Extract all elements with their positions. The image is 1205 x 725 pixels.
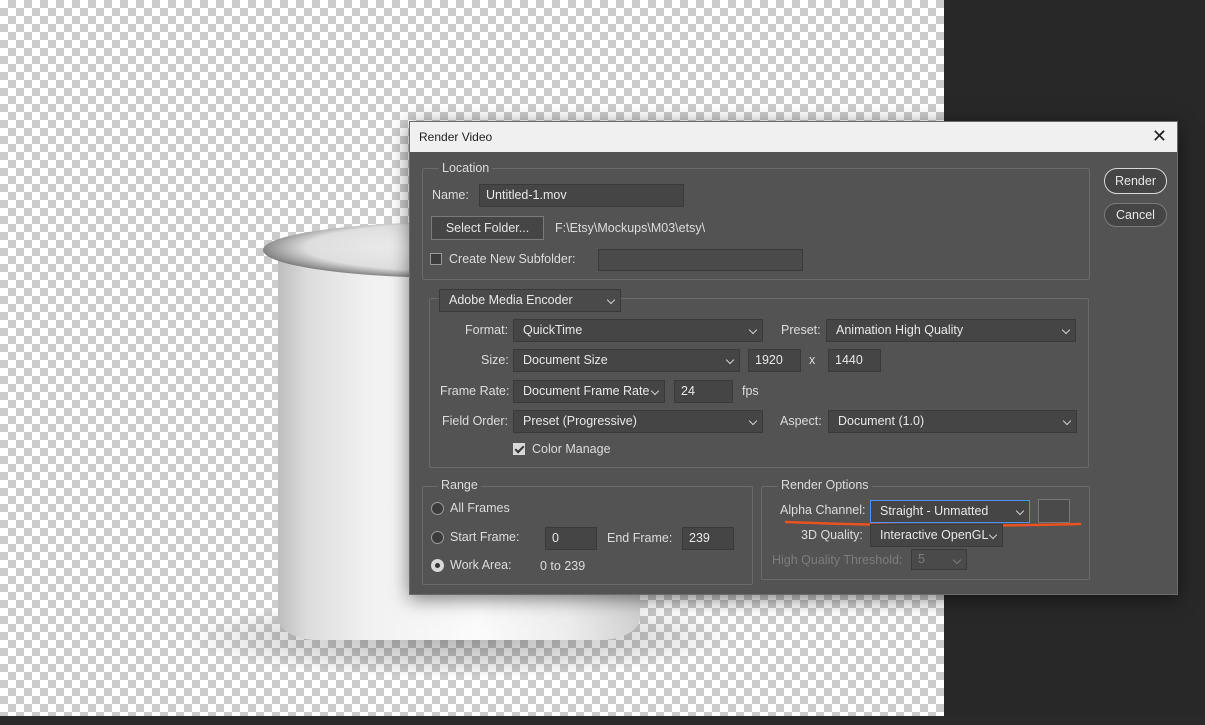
preset-label: Preset: xyxy=(781,323,821,337)
color-manage-label: Color Manage xyxy=(532,442,611,456)
size-select[interactable]: Document Size xyxy=(513,349,740,372)
work-area-radio[interactable] xyxy=(431,559,444,572)
cancel-button[interactable]: Cancel xyxy=(1104,203,1167,227)
height-input[interactable]: 1440 xyxy=(828,349,881,372)
field-order-label: Field Order: xyxy=(442,414,508,428)
all-frames-label: All Frames xyxy=(450,501,510,515)
folder-path: F:\Etsy\Mockups\M03\etsy\ xyxy=(555,221,706,235)
close-icon[interactable]: ✕ xyxy=(1152,126,1167,146)
chevron-down-icon xyxy=(748,416,758,426)
frame-rate-value: Document Frame Rate xyxy=(523,384,650,398)
chevron-down-icon xyxy=(952,555,962,565)
render-button[interactable]: Render xyxy=(1104,168,1167,194)
range-group-title: Range xyxy=(438,478,481,492)
render-video-dialog: Render Video ✕ Location Name: Untitled-1… xyxy=(409,121,1178,595)
fps-unit: fps xyxy=(742,384,759,398)
encoder-select[interactable]: Adobe Media Encoder xyxy=(439,289,621,312)
preset-select[interactable]: Animation High Quality xyxy=(826,319,1076,342)
create-subfolder-label: Create New Subfolder: xyxy=(449,252,576,266)
end-frame-input[interactable]: 239 xyxy=(682,527,734,550)
name-label: Name: xyxy=(432,188,469,202)
fps-input[interactable]: 24 xyxy=(674,380,733,403)
chevron-down-icon xyxy=(748,325,758,335)
size-x-separator: x xyxy=(809,353,816,367)
name-input[interactable]: Untitled-1.mov xyxy=(479,184,684,207)
chevron-down-icon xyxy=(1062,416,1072,426)
start-frame-input[interactable]: 0 xyxy=(545,527,597,550)
size-value: Document Size xyxy=(523,353,608,367)
dialog-title: Render Video xyxy=(419,130,493,144)
start-frame-radio[interactable] xyxy=(431,531,444,544)
format-label: Format: xyxy=(465,323,509,337)
chevron-down-icon xyxy=(606,295,616,305)
work-area-label: Work Area: xyxy=(450,558,512,572)
field-order-select[interactable]: Preset (Progressive) xyxy=(513,410,763,433)
aspect-label: Aspect: xyxy=(780,414,822,428)
create-subfolder-checkbox[interactable] xyxy=(430,253,442,265)
3d-quality-select[interactable]: Interactive OpenGL xyxy=(870,524,1003,547)
render-options-group-title: Render Options xyxy=(778,478,872,492)
3d-quality-value: Interactive OpenGL xyxy=(880,528,989,542)
chevron-down-icon xyxy=(1061,325,1071,335)
work-area-value: 0 to 239 xyxy=(540,559,586,573)
chevron-down-icon xyxy=(650,386,660,396)
frame-rate-select[interactable]: Document Frame Rate xyxy=(513,380,665,403)
format-select[interactable]: QuickTime xyxy=(513,319,763,342)
preset-value: Animation High Quality xyxy=(836,323,964,337)
hq-threshold-value: 5 xyxy=(918,552,925,566)
color-manage-checkbox[interactable] xyxy=(513,443,525,455)
all-frames-radio[interactable] xyxy=(431,502,444,515)
select-folder-button[interactable]: Select Folder... xyxy=(431,216,544,240)
3d-quality-label: 3D Quality: xyxy=(801,528,863,542)
hq-threshold-select: 5 xyxy=(911,549,967,570)
aspect-value: Document (1.0) xyxy=(838,414,925,428)
hq-threshold-label: High Quality Threshold: xyxy=(772,553,903,567)
field-order-value: Preset (Progressive) xyxy=(523,414,637,428)
aspect-select[interactable]: Document (1.0) xyxy=(828,410,1077,433)
subfolder-input xyxy=(598,249,803,271)
dialog-titlebar[interactable]: Render Video ✕ xyxy=(410,122,1177,152)
size-label: Size: xyxy=(481,353,509,367)
width-input[interactable]: 1920 xyxy=(748,349,801,372)
location-group-title: Location xyxy=(439,161,493,175)
chevron-down-icon xyxy=(725,355,735,365)
encoder-select-value: Adobe Media Encoder xyxy=(449,293,573,307)
start-frame-label: Start Frame: xyxy=(450,530,520,544)
chevron-down-icon xyxy=(988,530,998,540)
format-value: QuickTime xyxy=(523,323,583,337)
status-strip xyxy=(0,716,1205,725)
end-frame-label: End Frame: xyxy=(607,531,673,545)
frame-rate-label: Frame Rate: xyxy=(440,384,510,398)
